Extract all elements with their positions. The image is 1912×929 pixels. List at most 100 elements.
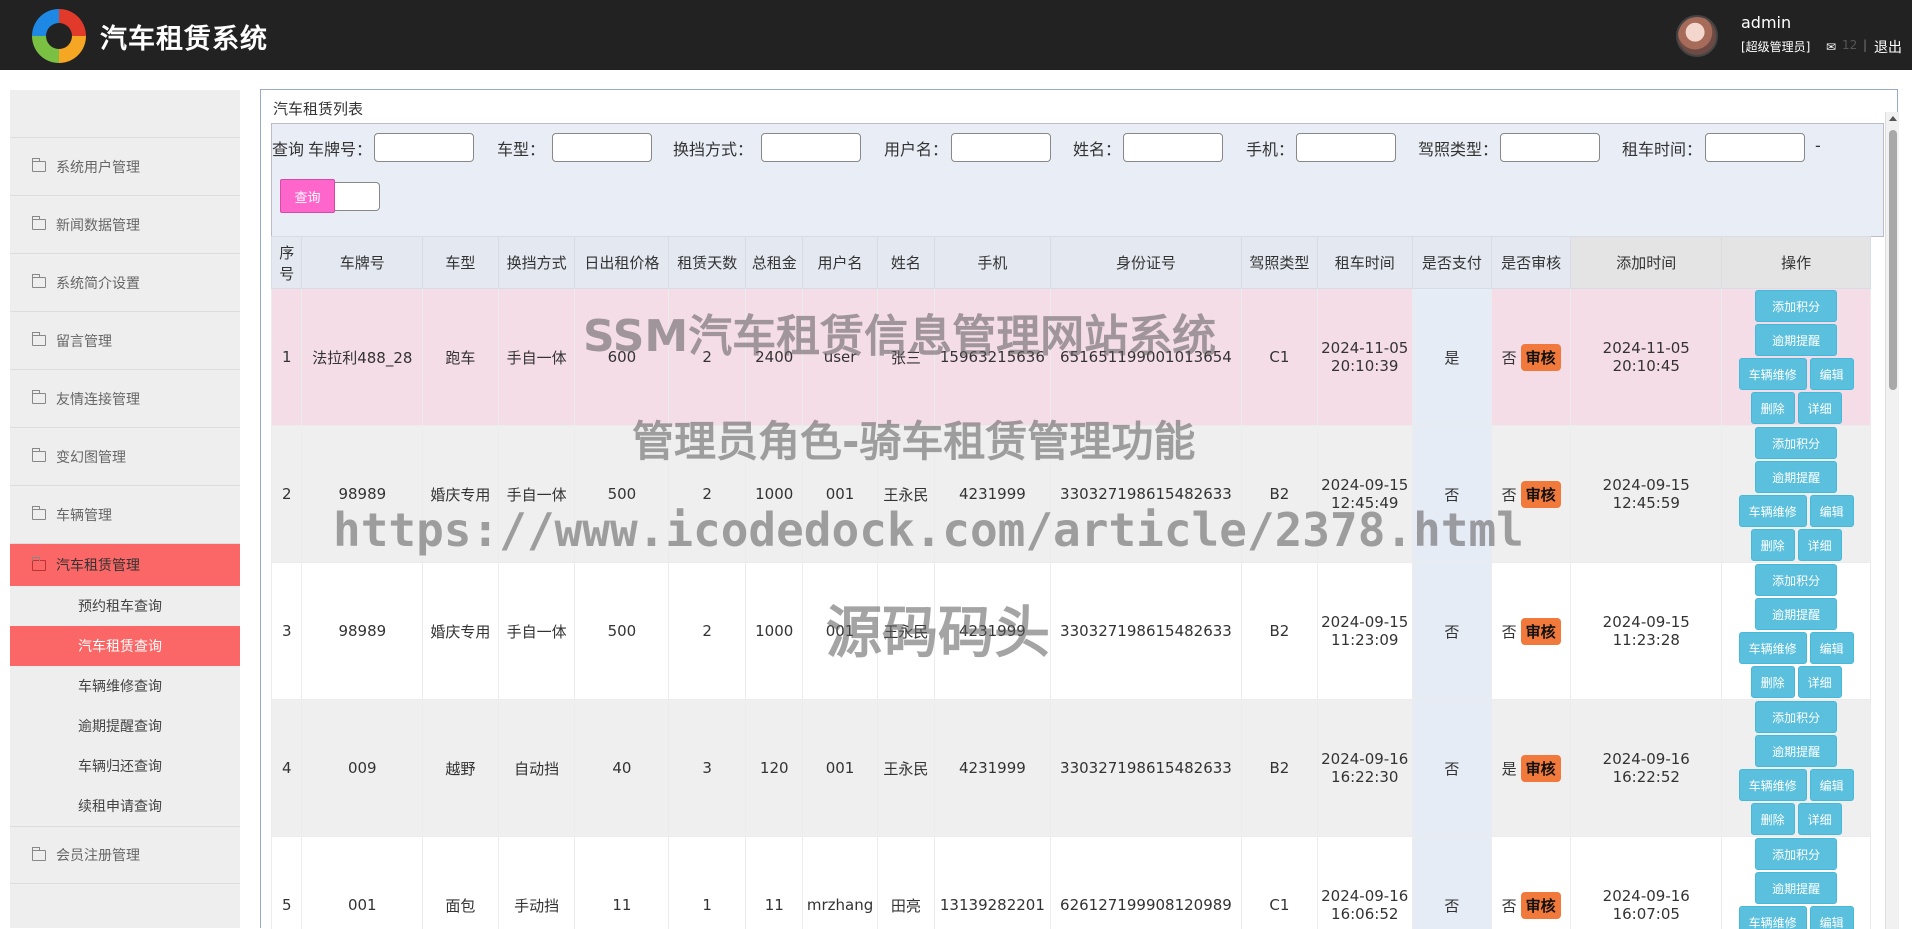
cell-total: 1000	[746, 563, 803, 700]
audit-button[interactable]: 审核	[1521, 344, 1561, 371]
cell-rent-time: 2024-09-1616:22:30	[1317, 700, 1412, 837]
repair-button[interactable]: 车辆维修	[1739, 769, 1807, 801]
edit-button[interactable]: 编辑	[1810, 906, 1854, 929]
sidebar-item-vehicles[interactable]: 车辆管理	[10, 486, 240, 544]
th-total: 总租金	[746, 237, 803, 289]
delete-button[interactable]: 删除	[1751, 529, 1795, 561]
user-role: [超级管理员]	[1741, 38, 1810, 55]
sidebar-subitem-returns[interactable]: 车辆归还查询	[10, 746, 240, 786]
cell-no: 5	[272, 837, 302, 929]
edit-button[interactable]: 编辑	[1810, 632, 1854, 664]
cell-added: 2024-09-16 16:22:52	[1571, 700, 1722, 837]
cell-model: 婚庆专用	[423, 426, 499, 563]
name-input[interactable]	[1123, 133, 1223, 162]
cell-rent-time: 2024-09-1511:23:09	[1317, 563, 1412, 700]
delete-button[interactable]: 删除	[1751, 666, 1795, 698]
repair-button[interactable]: 车辆维修	[1739, 632, 1807, 664]
detail-button[interactable]: 详细	[1798, 392, 1842, 424]
phone-input[interactable]	[1296, 133, 1396, 162]
table-body: 1法拉利488_28跑车手自一体60022400user张三1596321563…	[272, 289, 1871, 929]
cell-ops: 添加积分逾期提醒车辆维修编辑删除详细	[1722, 426, 1871, 563]
delete-button[interactable]: 删除	[1751, 803, 1795, 835]
repair-button[interactable]: 车辆维修	[1739, 358, 1807, 390]
sidebar-item-rental[interactable]: 汽车租赁管理	[10, 544, 240, 586]
detail-button[interactable]: 详细	[1798, 666, 1842, 698]
edit-button[interactable]: 编辑	[1810, 769, 1854, 801]
th-added: 添加时间	[1571, 237, 1722, 289]
overdue-reminder-button[interactable]: 逾期提醒	[1755, 598, 1837, 630]
search-button[interactable]: 查询	[280, 179, 335, 213]
delete-button[interactable]: 删除	[1751, 392, 1795, 424]
cell-plate: 98989	[302, 426, 423, 563]
sidebar-item-messages[interactable]: 留言管理	[10, 312, 240, 370]
add-points-button[interactable]: 添加积分	[1755, 290, 1837, 322]
cell-gear: 手自一体	[498, 563, 575, 700]
scroll-thumb[interactable]	[1889, 130, 1897, 390]
sidebar-subitem-rental-query[interactable]: 汽车租赁查询	[10, 626, 240, 666]
sidebar-item-intro[interactable]: 系统简介设置	[10, 254, 240, 312]
sidebar-item-banners[interactable]: 变幻图管理	[10, 428, 240, 486]
th-idcard: 身份证号	[1050, 237, 1241, 289]
cell-plate: 001	[302, 837, 423, 929]
cell-price: 500	[575, 426, 669, 563]
sidebar-subitem-repairs[interactable]: 车辆维修查询	[10, 666, 240, 706]
cell-username: 001	[803, 426, 877, 563]
cell-model: 跑车	[423, 289, 499, 426]
license-input[interactable]	[1500, 133, 1600, 162]
th-no: 序号	[272, 237, 302, 289]
add-points-button[interactable]: 添加积分	[1755, 564, 1837, 596]
cell-days: 2	[669, 426, 746, 563]
audit-button[interactable]: 审核	[1521, 618, 1561, 645]
sidebar-subitem-reservations[interactable]: 预约租车查询	[10, 586, 240, 626]
detail-button[interactable]: 详细	[1798, 803, 1842, 835]
repair-button[interactable]: 车辆维修	[1739, 495, 1807, 527]
audit-button[interactable]: 审核	[1521, 755, 1561, 782]
overdue-reminder-button[interactable]: 逾期提醒	[1755, 324, 1837, 356]
cell-paid: 否	[1412, 563, 1491, 700]
cell-idcard: 330327198615482633	[1050, 426, 1241, 563]
cell-price: 40	[575, 700, 669, 837]
audit-button[interactable]: 审核	[1521, 481, 1561, 508]
folder-icon	[32, 219, 46, 230]
sidebar-subitem-renewals[interactable]: 续租申请查询	[10, 786, 240, 826]
table-row: 1法拉利488_28跑车手自一体60022400user张三1596321563…	[272, 289, 1871, 426]
logout-link[interactable]: 退出	[1874, 37, 1902, 57]
overdue-reminder-button[interactable]: 逾期提醒	[1755, 872, 1837, 904]
detail-button[interactable]: 详细	[1798, 529, 1842, 561]
cell-added: 2024-09-16 16:07:05	[1571, 837, 1722, 929]
model-input[interactable]	[552, 133, 652, 162]
avatar[interactable]	[1676, 15, 1718, 57]
folder-icon	[32, 393, 46, 404]
edit-button[interactable]: 编辑	[1810, 495, 1854, 527]
label-name: 姓名：	[1073, 136, 1121, 160]
sidebar-item-links[interactable]: 友情连接管理	[10, 370, 240, 428]
cell-gear: 手自一体	[498, 426, 575, 563]
th-model: 车型	[423, 237, 499, 289]
rent-date: 2024-09-15	[1318, 613, 1412, 631]
gear-input[interactable]	[761, 133, 861, 162]
sidebar-item-news[interactable]: 新闻数据管理	[10, 196, 240, 254]
overdue-reminder-button[interactable]: 逾期提醒	[1755, 461, 1837, 493]
add-points-button[interactable]: 添加积分	[1755, 427, 1837, 459]
username-input[interactable]	[951, 133, 1051, 162]
vertical-scrollbar[interactable]	[1885, 112, 1899, 929]
rent-time-start-input[interactable]	[1705, 133, 1805, 162]
sidebar-item-label: 变幻图管理	[56, 447, 126, 467]
cell-gear: 手动挡	[498, 837, 575, 929]
add-points-button[interactable]: 添加积分	[1755, 701, 1837, 733]
sidebar-subitem-overdue[interactable]: 逾期提醒查询	[10, 706, 240, 746]
th-name: 姓名	[877, 237, 934, 289]
repair-button[interactable]: 车辆维修	[1739, 906, 1807, 929]
overdue-reminder-button[interactable]: 逾期提醒	[1755, 735, 1837, 767]
sidebar-item-members[interactable]: 会员注册管理	[10, 826, 240, 884]
plate-input[interactable]	[374, 133, 474, 162]
sidebar-item-system-users[interactable]: 系统用户管理	[10, 138, 240, 196]
audited-value: 否	[1502, 897, 1517, 915]
add-points-button[interactable]: 添加积分	[1755, 838, 1837, 870]
scroll-up-icon[interactable]	[1889, 116, 1897, 121]
audit-button[interactable]: 审核	[1521, 892, 1561, 919]
th-audited: 是否审核	[1491, 237, 1570, 289]
mail-icon[interactable]: ✉	[1826, 40, 1836, 54]
edit-button[interactable]: 编辑	[1810, 358, 1854, 390]
cell-username: user	[803, 289, 877, 426]
